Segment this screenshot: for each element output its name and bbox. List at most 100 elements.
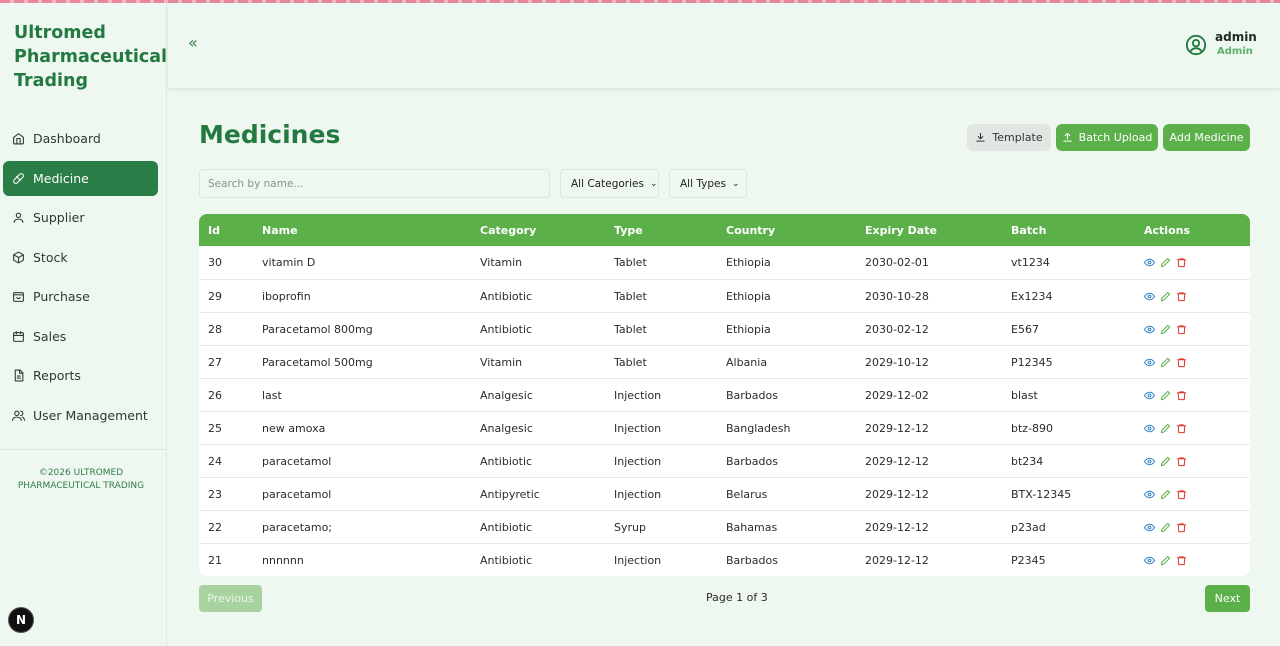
search-input[interactable] xyxy=(199,169,550,198)
cell-name: vitamin D xyxy=(262,256,316,269)
type-select[interactable]: All Types ⌄ xyxy=(669,169,747,198)
sidebar-item-reports[interactable]: Reports xyxy=(3,358,158,393)
cell-name: last xyxy=(262,388,282,402)
view-icon[interactable] xyxy=(1144,257,1155,268)
row-actions xyxy=(1144,313,1192,345)
sidebar-item-medicine[interactable]: Medicine xyxy=(3,160,158,196)
view-icon[interactable] xyxy=(1144,390,1155,401)
category-select-value: All Categories xyxy=(571,177,644,190)
row-actions xyxy=(1144,379,1192,411)
template-button-label: Template xyxy=(992,131,1043,144)
table-row: 22 paracetamo; Antibiotic Syrup Bahamas 2029-… xyxy=(199,510,1250,543)
column-header: Country xyxy=(726,223,776,237)
cell-batch: BTX-12345 xyxy=(1011,487,1072,501)
cell-name: nnnnnn xyxy=(262,553,304,567)
table-header: Id Name Category Type Country Expiry Dat… xyxy=(199,214,1250,246)
cell-type: Injection xyxy=(614,388,662,402)
page-indicator: Page 1 of 3 xyxy=(706,591,768,604)
cell-batch: P2345 xyxy=(1011,553,1046,567)
view-icon[interactable] xyxy=(1144,423,1155,434)
cell-id: 26 xyxy=(208,388,222,402)
table-row: 29 iboprofin Antibiotic Tablet Ethiopia 2030-… xyxy=(199,279,1250,312)
edit-icon[interactable] xyxy=(1160,489,1171,500)
category-select[interactable]: All Categories ⌄ xyxy=(560,169,659,198)
table-row: 23 paracetamol Antipyretic Injection Belarus… xyxy=(199,477,1250,510)
pill-icon xyxy=(11,171,25,185)
cell-id: 23 xyxy=(208,487,222,501)
cell-id: 25 xyxy=(208,421,222,435)
edit-icon[interactable] xyxy=(1160,357,1171,368)
cell-expiry-date: 2029-12-12 xyxy=(865,454,929,468)
chevron-down-icon: ⌄ xyxy=(649,178,658,189)
view-icon[interactable] xyxy=(1144,357,1155,368)
cell-category: Antibiotic xyxy=(480,289,533,303)
cell-expiry-date: 2029-12-12 xyxy=(865,487,929,501)
next-page-button[interactable]: Next xyxy=(1205,585,1250,612)
delete-icon[interactable] xyxy=(1176,489,1187,500)
cell-batch: E567 xyxy=(1011,322,1039,336)
cell-name: iboprofin xyxy=(262,289,311,303)
view-icon[interactable] xyxy=(1144,555,1155,566)
edit-icon[interactable] xyxy=(1160,390,1171,401)
cell-id: 21 xyxy=(208,553,222,567)
delete-icon[interactable] xyxy=(1176,555,1187,566)
type-select-value: All Types xyxy=(680,177,726,190)
edit-icon[interactable] xyxy=(1160,324,1171,335)
delete-icon[interactable] xyxy=(1176,357,1187,368)
edit-icon[interactable] xyxy=(1160,522,1171,533)
edit-icon[interactable] xyxy=(1160,291,1171,302)
cell-type: Injection xyxy=(614,421,662,435)
sidebar-item-stock[interactable]: Stock xyxy=(3,240,158,275)
cell-category: Antipyretic xyxy=(480,487,540,501)
sidebar-item-sales[interactable]: Sales xyxy=(3,319,158,354)
template-button[interactable]: Template xyxy=(967,124,1051,151)
sidebar-item-user-management[interactable]: User Management xyxy=(3,398,158,433)
next-dev-badge-icon[interactable]: N xyxy=(8,607,34,633)
batch-upload-button[interactable]: Batch Upload xyxy=(1056,124,1158,151)
medicines-table: Id Name Category Type Country Expiry Dat… xyxy=(199,214,1250,576)
cell-batch: bt234 xyxy=(1011,454,1044,468)
delete-icon[interactable] xyxy=(1176,291,1187,302)
sidebar-item-purchase[interactable]: Purchase xyxy=(3,279,158,314)
sidebar-item-label: Stock xyxy=(33,249,68,265)
batch-upload-button-label: Batch Upload xyxy=(1078,131,1153,144)
delete-icon[interactable] xyxy=(1176,522,1187,533)
delete-icon[interactable] xyxy=(1176,390,1187,401)
cell-batch: p23ad xyxy=(1011,520,1046,534)
view-icon[interactable] xyxy=(1144,291,1155,302)
cell-batch: vt1234 xyxy=(1011,256,1050,269)
cell-name: new amoxa xyxy=(262,421,326,435)
edit-icon[interactable] xyxy=(1160,257,1171,268)
cell-country: Barbados xyxy=(726,553,778,567)
row-actions xyxy=(1144,445,1192,477)
view-icon[interactable] xyxy=(1144,522,1155,533)
collapse-sidebar-button[interactable]: « xyxy=(188,33,198,52)
sidebar-item-dashboard[interactable]: Dashboard xyxy=(3,121,158,156)
view-icon[interactable] xyxy=(1144,456,1155,467)
delete-icon[interactable] xyxy=(1176,456,1187,467)
cell-id: 30 xyxy=(208,256,222,269)
cell-name: paracetamol xyxy=(262,454,332,468)
add-medicine-button[interactable]: Add Medicine xyxy=(1163,124,1250,151)
edit-icon[interactable] xyxy=(1160,423,1171,434)
edit-icon[interactable] xyxy=(1160,555,1171,566)
view-icon[interactable] xyxy=(1144,489,1155,500)
delete-icon[interactable] xyxy=(1176,324,1187,335)
view-icon[interactable] xyxy=(1144,324,1155,335)
previous-page-button[interactable]: Previous xyxy=(199,585,262,612)
cell-expiry-date: 2029-10-12 xyxy=(865,355,929,369)
user-avatar-icon[interactable] xyxy=(1185,34,1207,56)
delete-icon[interactable] xyxy=(1176,257,1187,268)
sidebar-item-supplier[interactable]: Supplier xyxy=(3,200,158,235)
sidebar-item-label: Sales xyxy=(33,328,67,344)
delete-icon[interactable] xyxy=(1176,423,1187,434)
edit-icon[interactable] xyxy=(1160,456,1171,467)
cell-category: Analgesic xyxy=(480,388,533,402)
cell-type: Tablet xyxy=(614,355,647,369)
cell-expiry-date: 2029-12-12 xyxy=(865,421,929,435)
user-role: Admin xyxy=(1217,46,1253,57)
top-header: « admin Admin xyxy=(168,3,1280,88)
cell-id: 22 xyxy=(208,520,222,534)
sidebar: Ultromed Pharmaceutical Trading Dashboar… xyxy=(0,3,167,646)
users-icon xyxy=(11,408,25,422)
